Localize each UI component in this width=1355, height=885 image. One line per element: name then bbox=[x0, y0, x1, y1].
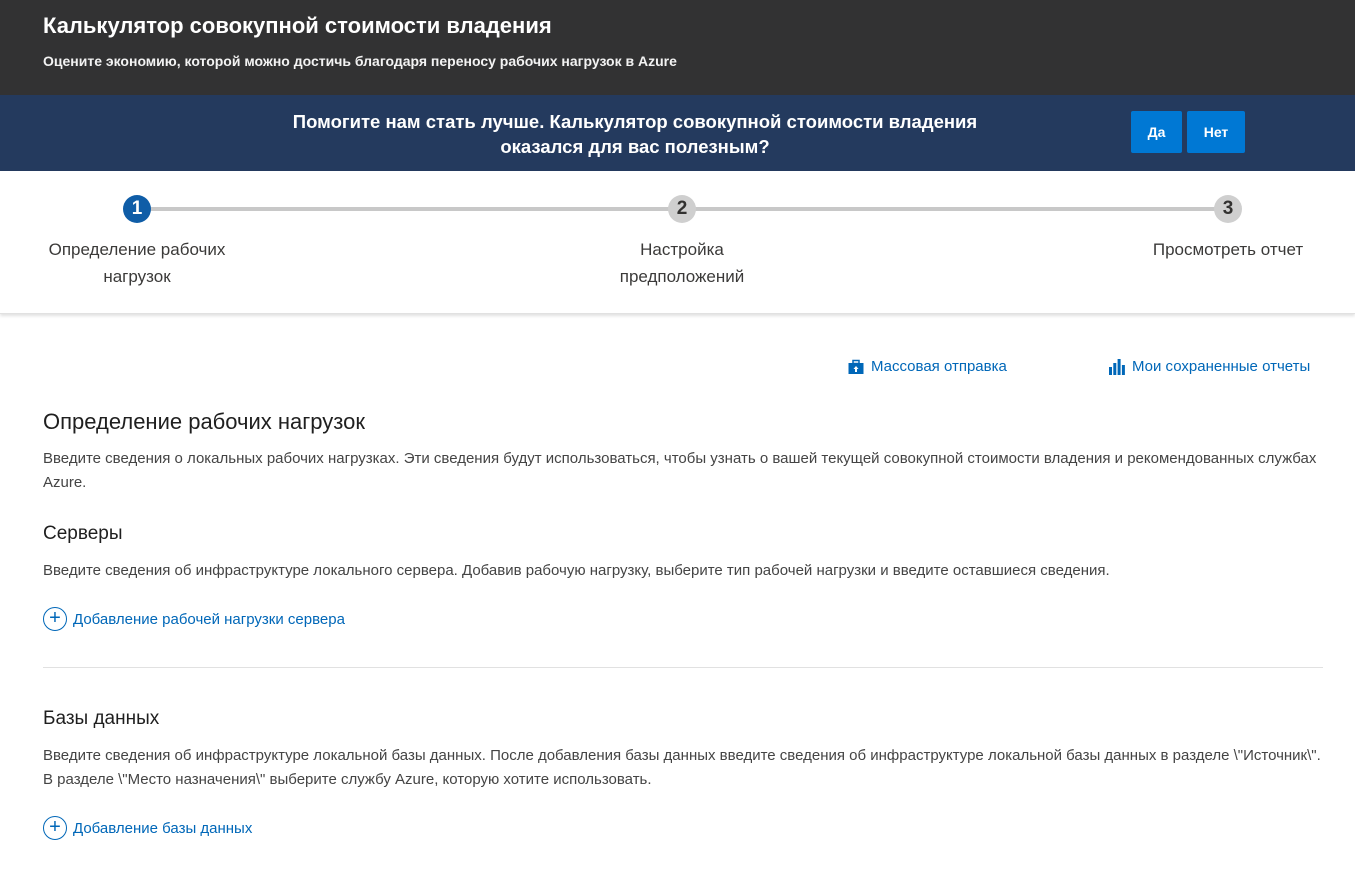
tco-calculator-page: Калькулятор совокупной стоимости владени… bbox=[0, 0, 1355, 885]
servers-title: Серверы bbox=[43, 523, 123, 544]
plus-circle-icon: + bbox=[43, 816, 67, 840]
step-connector bbox=[682, 207, 1228, 211]
main-content: Массовая отправка Мои сохраненные отчеты… bbox=[0, 314, 1355, 840]
add-database-label: Добавление базы данных bbox=[73, 819, 253, 837]
step-1-label[interactable]: Определение рабочих нагрузок bbox=[7, 236, 267, 290]
page-header: Калькулятор совокупной стоимости владени… bbox=[0, 0, 1355, 95]
step-connector bbox=[137, 207, 682, 211]
saved-reports-link[interactable]: Мои сохраненные отчеты bbox=[1109, 358, 1310, 375]
feedback-question-line2: оказался для вас полезным? bbox=[500, 136, 770, 157]
feedback-question-line1: Помогите нам стать лучше. Калькулятор со… bbox=[292, 111, 978, 132]
step-1-indicator[interactable]: 1 bbox=[123, 195, 151, 223]
action-links: Массовая отправка Мои сохраненные отчеты bbox=[43, 314, 1323, 407]
step-2-label[interactable]: Настройка предположений bbox=[552, 236, 812, 290]
section-title: Определение рабочих нагрузок bbox=[43, 409, 365, 434]
add-server-workload-button[interactable]: + Добавление рабочей нагрузки сервера bbox=[43, 607, 1323, 631]
step-1-label-line2: нагрузок bbox=[103, 267, 171, 286]
section-divider bbox=[43, 667, 1323, 668]
step-1-label-line1: Определение рабочих bbox=[48, 240, 226, 259]
saved-reports-label: Мои сохраненные отчеты bbox=[1132, 358, 1311, 375]
step-3-indicator[interactable]: 3 bbox=[1214, 195, 1242, 223]
bulk-upload-label: Массовая отправка bbox=[871, 358, 1007, 375]
section-description: Введите сведения о локальных рабочих наг… bbox=[43, 450, 1317, 491]
feedback-question: Помогите нам стать лучше. Калькулятор со… bbox=[0, 109, 1270, 159]
add-server-workload-label: Добавление рабочей нагрузки сервера bbox=[73, 610, 345, 628]
step-3-label-line1: Просмотреть отчет bbox=[1152, 240, 1304, 259]
bulk-upload-link[interactable]: Массовая отправка bbox=[848, 358, 1007, 375]
feedback-banner: Помогите нам стать лучше. Калькулятор со… bbox=[0, 95, 1355, 171]
progress-stepper: 1 2 3 Определение рабочих нагрузок Настр… bbox=[0, 171, 1355, 314]
page-subtitle: Оцените экономию, которой можно достичь … bbox=[43, 53, 677, 69]
feedback-no-button[interactable]: Нет bbox=[1187, 111, 1245, 153]
step-2-label-line2: предположений bbox=[619, 267, 745, 286]
step-3-label[interactable]: Просмотреть отчет bbox=[1098, 236, 1355, 263]
databases-description: Введите сведения об инфраструктуре локал… bbox=[43, 747, 1321, 788]
databases-title: Базы данных bbox=[43, 708, 160, 729]
page-title: Калькулятор совокупной стоимости владени… bbox=[43, 13, 552, 38]
add-database-button[interactable]: + Добавление базы данных bbox=[43, 816, 1323, 840]
step-2-indicator[interactable]: 2 bbox=[668, 195, 696, 223]
briefcase-upload-icon bbox=[848, 359, 864, 375]
step-2-label-line1: Настройка bbox=[640, 240, 724, 259]
plus-circle-icon: + bbox=[43, 607, 67, 631]
servers-description: Введите сведения об инфраструктуре локал… bbox=[43, 562, 1110, 579]
bar-chart-icon bbox=[1109, 358, 1125, 375]
feedback-yes-button[interactable]: Да bbox=[1131, 111, 1182, 153]
